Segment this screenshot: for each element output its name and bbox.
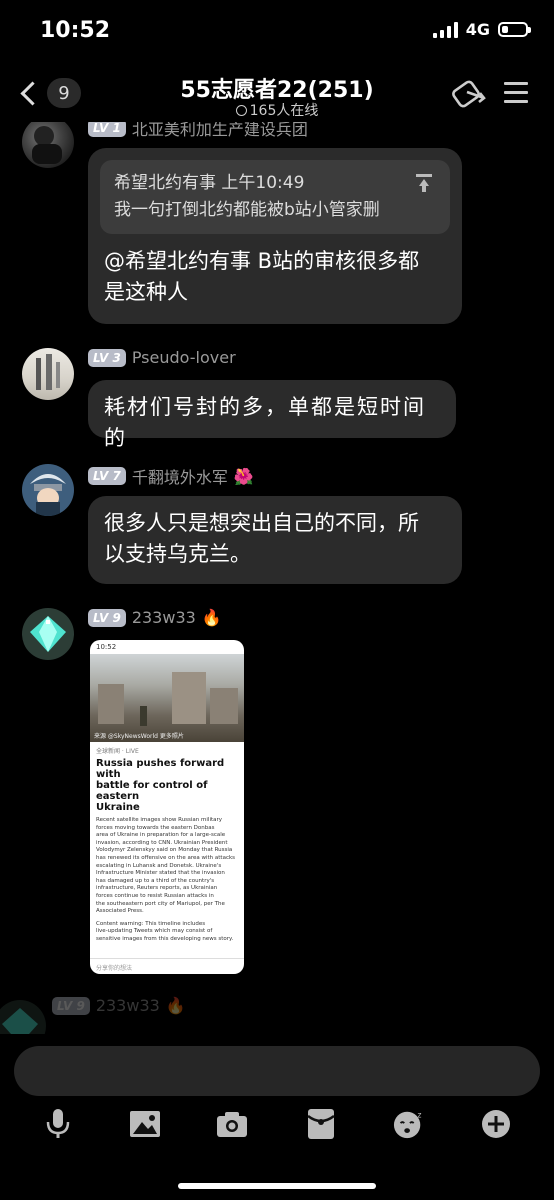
plus-icon[interactable] — [480, 1108, 512, 1140]
sender-meta: LV 7 千翻境外水军 🌺 — [88, 464, 254, 488]
pin-top-icon[interactable] — [416, 174, 432, 192]
screenshot-time: 10:52 — [96, 643, 117, 651]
message-text: @希望北约有事 B站的审核很多都 — [104, 249, 420, 273]
sender-name[interactable]: 233w33 — [96, 996, 160, 1015]
level-badge: LV 3 — [88, 348, 126, 367]
sender-meta: LV 9 233w33 🔥 — [52, 996, 186, 1015]
status-icons: 4G — [432, 20, 531, 39]
quote-sender: 希望北约有事 上午10:49 — [114, 173, 305, 193]
level-badge: LV 7 — [88, 467, 126, 485]
online-text: 165人在线 — [249, 103, 319, 119]
image-message[interactable]: 10:52 来源 @SkyNewsWorld 更多照片 全球新闻 · LIVE … — [90, 640, 244, 974]
message-bubble[interactable]: 耗材们号封的多，单都是短时间的 — [88, 380, 456, 450]
flower-badge-icon: 🌺 — [233, 466, 254, 486]
sender-meta: LV 9 233w33 🔥 — [88, 608, 222, 627]
news-photo: 来源 @SkyNewsWorld 更多照片 — [90, 654, 244, 742]
input-toolbar: z — [0, 1100, 554, 1150]
message-text: 很多人只是想突出自己的不同，所 — [104, 511, 419, 535]
level-badge: LV 9 — [52, 996, 90, 1015]
microphone-icon[interactable] — [42, 1108, 74, 1140]
message-text: 是这种人 — [104, 280, 188, 304]
online-icon — [235, 105, 247, 116]
signal-icon — [432, 21, 458, 38]
status-bar: 10:52 4G — [0, 0, 554, 64]
sender-meta: LV 1 北亚美利加生产建设兵团 — [88, 122, 308, 140]
chat-list[interactable]: LV 1 北亚美利加生产建设兵团 希望北约有事 上午10:49 我一句打倒北约都… — [0, 122, 554, 1034]
home-indicator[interactable] — [178, 1183, 376, 1189]
battery-icon — [498, 22, 531, 37]
emoji-icon[interactable]: z — [393, 1108, 425, 1140]
message-bubble[interactable]: 很多人只是想突出自己的不同，所 以支持乌克兰。 — [88, 496, 462, 584]
sender-name[interactable]: 233w33 — [132, 608, 196, 627]
fire-badge-icon: 🔥 — [165, 996, 186, 1015]
image-icon[interactable] — [129, 1108, 161, 1140]
quoted-message[interactable]: 希望北约有事 上午10:49 我一句打倒北约都能被b站小管家删 — [100, 160, 450, 234]
avatar[interactable] — [0, 1000, 46, 1034]
news-body: Recent satellite images show Russian mil… — [96, 817, 236, 942]
fire-badge-icon: 🔥 — [201, 608, 222, 627]
avatar[interactable] — [22, 608, 74, 660]
message-input[interactable] — [14, 1046, 540, 1096]
sender-name[interactable]: Pseudo-lover — [132, 348, 236, 367]
sender-name[interactable]: 千翻境外水军 — [132, 464, 228, 488]
share-screen-icon[interactable] — [452, 78, 488, 114]
sender-meta: LV 3 Pseudo-lover — [88, 348, 236, 367]
clock: 10:52 — [40, 18, 111, 43]
camera-icon[interactable] — [216, 1108, 248, 1140]
nav-bar: 9 55志愿者22(251) 165人在线 — [0, 64, 554, 122]
photo-caption: 来源 @SkyNewsWorld 更多照片 — [94, 733, 184, 740]
quote-text: 我一句打倒北约都能被b站小管家删 — [114, 200, 380, 220]
level-badge: LV 9 — [88, 608, 126, 627]
avatar[interactable] — [22, 348, 74, 400]
message-text: 耗材们号封的多，单都是短时间的 — [104, 395, 426, 450]
red-packet-icon[interactable] — [305, 1108, 337, 1140]
news-tag: 全球新闻 · LIVE — [96, 748, 139, 755]
message-text: 以支持乌克兰。 — [104, 542, 251, 566]
sender-name[interactable]: 北亚美利加生产建设兵团 — [132, 122, 308, 140]
news-headline: Russia pushes forward with battle for co… — [96, 758, 225, 813]
menu-icon[interactable] — [504, 82, 528, 109]
level-badge: LV 1 — [88, 122, 126, 137]
network-type: 4G — [465, 20, 490, 39]
avatar[interactable] — [22, 122, 74, 168]
screenshot-input: 分享你的想法 — [90, 958, 244, 974]
message-bubble[interactable]: 希望北约有事 上午10:49 我一句打倒北约都能被b站小管家删 @希望北约有事 … — [88, 148, 462, 324]
svg-text:z: z — [417, 1110, 421, 1119]
avatar[interactable] — [22, 464, 74, 516]
